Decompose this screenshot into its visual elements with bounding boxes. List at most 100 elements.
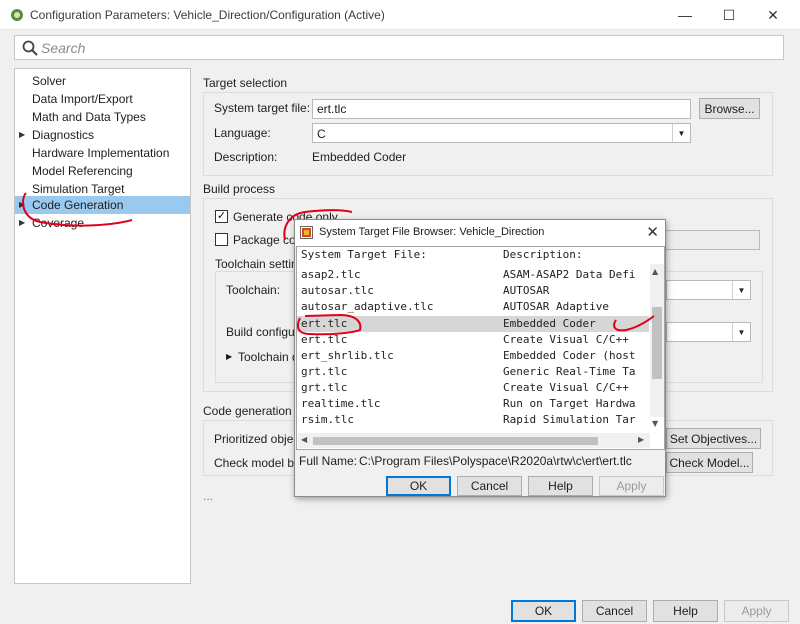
list-item-description: Create Visual C/C++ — [503, 333, 629, 346]
language-select[interactable]: C ▼ — [312, 123, 691, 143]
list-item[interactable]: grt.tlc Create Visual C/C++ — [297, 380, 649, 396]
list-item-selected[interactable]: ert.tlc Embedded Coder — [297, 316, 649, 332]
build-configuration-select[interactable]: ▼ — [666, 322, 751, 342]
full-name-value: C:\Program Files\Polyspace\R2020a\rtw\c\… — [359, 454, 632, 468]
dialog-apply-button[interactable]: Apply — [599, 476, 664, 496]
list-item-description: Rapid Simulation Tar — [503, 413, 636, 426]
package-code-label: Package co — [233, 233, 296, 247]
tree-item-label: Coverage — [32, 216, 85, 230]
tree-item-label: Hardware Implementation — [32, 146, 170, 160]
code-generation-objectives-heading: Code generation o — [203, 404, 302, 418]
list-header: System Target File: Description: — [297, 247, 649, 263]
dialog-title-bar: System Target File Browser: Vehicle_Dire… — [295, 220, 665, 246]
ok-button[interactable]: OK — [511, 600, 576, 622]
chevron-down-icon: ▼ — [732, 281, 750, 299]
generate-code-only-checkbox[interactable]: ✓ — [215, 210, 228, 223]
list-item[interactable]: autosar_adaptive.tlc AUTOSAR Adaptive — [297, 299, 649, 315]
search-placeholder: Search — [41, 40, 86, 56]
dialog-help-button[interactable]: Help — [528, 476, 593, 496]
check-model-label: Check model be — [214, 456, 301, 470]
tree-item-math-data-types[interactable]: Math and Data Types — [15, 108, 190, 126]
list-item-description: Generic Real-Time Ta — [503, 365, 636, 378]
expand-arrow-icon[interactable]: ▶ — [19, 214, 25, 232]
list-item-file: grt.tlc — [301, 381, 348, 394]
minimize-button[interactable]: — — [662, 0, 708, 30]
scroll-up-icon[interactable]: ▲ — [652, 267, 658, 276]
list-item-file: ert_shrlib.tlc — [301, 349, 394, 362]
cancel-button[interactable]: Cancel — [582, 600, 647, 622]
list-item[interactable]: grt.tlc Generic Real-Time Ta — [297, 364, 649, 380]
more-ellipsis: ... — [203, 489, 214, 503]
description-label: Description: — [214, 150, 278, 164]
list-item-file: autosar_adaptive.tlc — [301, 300, 434, 313]
list-item-file: autosar.tlc — [301, 284, 374, 297]
tree-item-model-referencing[interactable]: Model Referencing — [15, 162, 190, 180]
dialog-close-icon[interactable]: ✕ — [646, 223, 659, 241]
horizontal-scroll-thumb[interactable] — [313, 437, 598, 445]
title-bar: Configuration Parameters: Vehicle_Direct… — [0, 0, 800, 30]
tree-item-code-generation[interactable]: ▶ Code Generation — [15, 196, 190, 214]
target-file-list[interactable]: System Target File: Description: asap2.t… — [296, 246, 665, 450]
tree-item-label: Diagnostics — [32, 128, 95, 142]
chevron-down-icon: ▼ — [732, 323, 750, 341]
chevron-down-icon: ▼ — [672, 124, 690, 142]
scroll-left-icon[interactable]: ◀ — [301, 435, 307, 444]
list-item-description: ASAM-ASAP2 Data Defi — [503, 268, 636, 281]
full-name-label: Full Name: — [299, 454, 358, 468]
expand-arrow-icon[interactable]: ▶ — [19, 126, 25, 144]
prioritized-objectives-label: Prioritized objec — [214, 432, 300, 446]
expand-arrow-icon[interactable]: ▶ — [226, 352, 232, 361]
list-item-file: grt.tlc — [301, 365, 348, 378]
tree-item-label: Data Import/Export — [32, 92, 133, 106]
list-item-file: realtime.tlc — [301, 397, 381, 410]
dialog-app-icon — [300, 226, 313, 239]
toolchain-details-label[interactable]: Toolchain d — [238, 350, 299, 364]
dialog-cancel-button[interactable]: Cancel — [457, 476, 522, 496]
dialog-ok-button[interactable]: OK — [386, 476, 451, 496]
tree-item-data-import-export[interactable]: Data Import/Export — [15, 90, 190, 108]
close-button[interactable]: ✕ — [750, 0, 796, 30]
vertical-scroll-thumb[interactable] — [652, 307, 662, 379]
list-item[interactable]: realtime.tlc Run on Target Hardwa — [297, 396, 649, 412]
language-label: Language: — [214, 126, 271, 140]
tree-item-label: Code Generation — [32, 198, 124, 212]
search-icon — [22, 40, 38, 56]
list-item[interactable]: autosar.tlc AUTOSAR — [297, 283, 649, 299]
expand-arrow-icon[interactable]: ▶ — [19, 196, 25, 214]
tree-item-label: Model Referencing — [32, 164, 133, 178]
maximize-button[interactable]: ☐ — [706, 0, 752, 30]
search-input[interactable]: Search — [14, 35, 784, 60]
list-item[interactable]: asap2.tlc ASAM-ASAP2 Data Defi — [297, 267, 649, 283]
apply-button[interactable]: Apply — [724, 600, 789, 622]
tree-item-solver[interactable]: Solver — [15, 72, 190, 90]
package-code-checkbox[interactable] — [215, 233, 228, 246]
column-header-description: Description: — [503, 248, 583, 261]
list-item[interactable]: ert.tlc Create Visual C/C++ — [297, 332, 649, 348]
system-target-label: System target file: — [214, 101, 311, 115]
list-item-file: rsim.tlc — [301, 413, 354, 426]
system-target-file-browser-dialog: System Target File Browser: Vehicle_Dire… — [294, 219, 666, 497]
matlab-app-icon — [11, 9, 23, 21]
language-value: C — [317, 127, 326, 141]
tree-item-diagnostics[interactable]: ▶ Diagnostics — [15, 126, 190, 144]
set-objectives-button[interactable]: Set Objectives... — [666, 428, 761, 449]
system-target-field[interactable]: ert.tlc — [312, 99, 691, 119]
browse-button[interactable]: Browse... — [699, 98, 760, 119]
scroll-down-icon[interactable]: ▼ — [652, 419, 658, 428]
help-button[interactable]: Help — [653, 600, 718, 622]
toolchain-select[interactable]: ▼ — [666, 280, 751, 300]
build-process-heading: Build process — [203, 182, 276, 196]
list-item-description: Embedded Coder (host — [503, 349, 636, 362]
scroll-right-icon[interactable]: ▶ — [638, 435, 644, 444]
tree-item-label: Simulation Target — [32, 182, 125, 196]
tree-item-coverage[interactable]: ▶ Coverage — [15, 214, 190, 232]
list-item-file: ert.tlc — [301, 317, 348, 330]
check-model-button[interactable]: Check Model... — [666, 452, 753, 473]
window-title: Configuration Parameters: Vehicle_Direct… — [30, 8, 385, 22]
list-item[interactable]: rsim.tlc Rapid Simulation Tar — [297, 412, 649, 428]
description-value: Embedded Coder — [312, 150, 407, 164]
tree-item-label: Solver — [32, 74, 67, 88]
package-code-field[interactable] — [664, 230, 760, 250]
list-item[interactable]: ert_shrlib.tlc Embedded Coder (host — [297, 348, 649, 364]
tree-item-hardware-implementation[interactable]: Hardware Implementation — [15, 144, 190, 162]
